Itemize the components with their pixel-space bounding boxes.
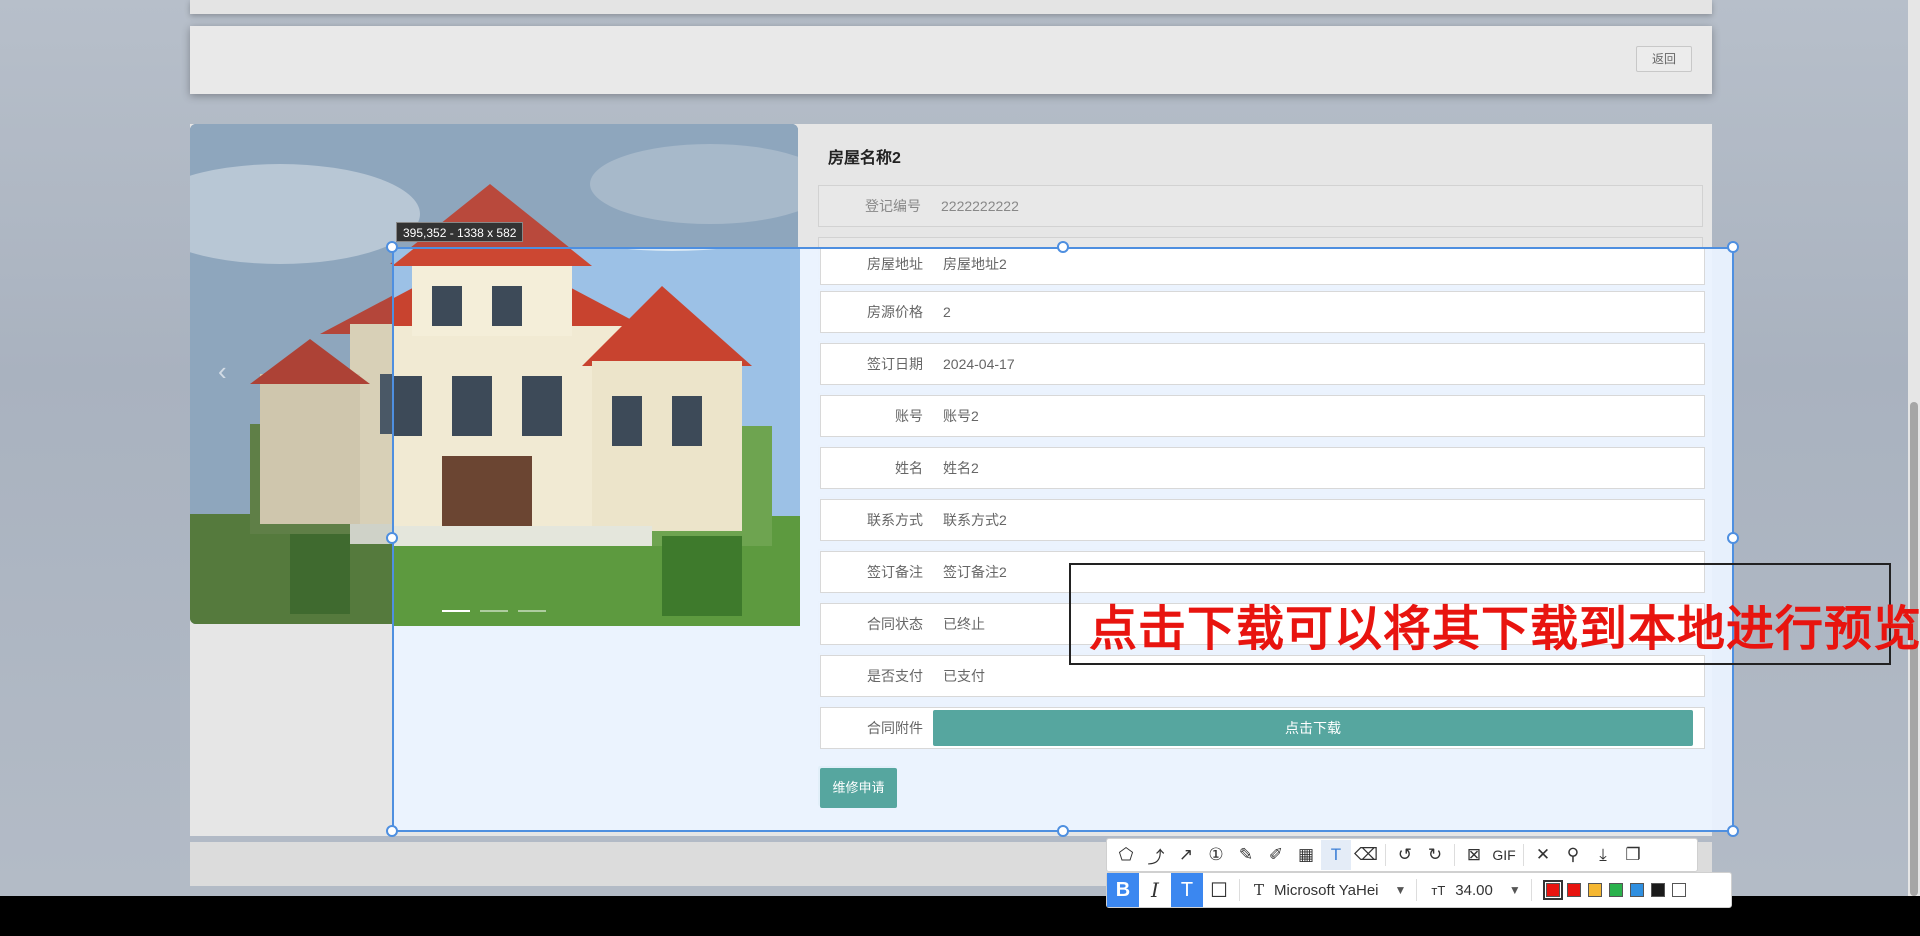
detail-row-name: 姓名 姓名2: [820, 447, 1705, 489]
resize-handle-top-left[interactable]: [386, 241, 398, 253]
arrow-icon[interactable]: ↗: [1171, 840, 1201, 870]
text-outline-icon[interactable]: T: [1171, 873, 1203, 907]
color-swatch-red[interactable]: [1566, 883, 1581, 897]
field-value: 已支付: [943, 668, 985, 684]
font-family-select[interactable]: Microsoft YaHei: [1274, 882, 1378, 899]
field-label: 姓名: [895, 460, 923, 476]
resize-handle-right[interactable]: [1727, 532, 1739, 544]
field-value: 已终止: [943, 616, 985, 632]
detail-row-registration: 登记编号 2222222222: [818, 185, 1703, 227]
detail-row-attachment: 合同附件 点击下载: [820, 707, 1705, 749]
font-size-icon: ᴛT: [1431, 882, 1446, 898]
color-swatch-blue[interactable]: [1629, 883, 1644, 897]
undo-icon[interactable]: ↺: [1390, 840, 1420, 870]
field-value: 2222222222: [941, 198, 1019, 214]
carousel-dot[interactable]: [480, 610, 508, 612]
shape-icon[interactable]: ⬠: [1111, 840, 1141, 870]
carousel-prev-icon[interactable]: ‹: [218, 356, 227, 387]
detail-row-date: 签订日期 2024-04-17: [820, 343, 1705, 385]
field-label: 房屋地址: [867, 256, 923, 272]
field-label: 签订备注: [867, 564, 923, 580]
field-label: 合同状态: [867, 616, 923, 632]
field-label: 联系方式: [867, 512, 923, 528]
resize-handle-bottom-right[interactable]: [1727, 825, 1739, 837]
gif-button[interactable]: GIF: [1489, 840, 1519, 870]
toolbar-divider: [1530, 879, 1532, 901]
repair-request-button[interactable]: 维修申请: [820, 768, 897, 808]
resize-handle-top-right[interactable]: [1727, 241, 1739, 253]
carousel-dot[interactable]: [518, 610, 546, 612]
text-tool-icon[interactable]: T: [1321, 840, 1351, 870]
download-icon[interactable]: ⤓: [1588, 840, 1618, 870]
close-icon[interactable]: ✕: [1528, 840, 1558, 870]
field-value: 2024-04-17: [943, 356, 1015, 372]
pin-icon[interactable]: ⚲: [1558, 840, 1588, 870]
selection-size-badge: 395,352 - 1338 x 582: [396, 222, 524, 242]
eraser-icon[interactable]: ⌫: [1351, 840, 1381, 870]
resize-handle-bottom-left[interactable]: [386, 825, 398, 837]
field-value: 2: [943, 304, 951, 320]
download-button[interactable]: 点击下载: [933, 710, 1693, 746]
resize-handle-left[interactable]: [386, 532, 398, 544]
detail-row-contact: 联系方式 联系方式2: [820, 499, 1705, 541]
carousel-dot[interactable]: [442, 610, 470, 612]
scroll-capture-icon[interactable]: ⊠: [1459, 840, 1489, 870]
chevron-down-icon[interactable]: ▼: [1395, 883, 1407, 897]
detail-row-account: 账号 账号2: [820, 395, 1705, 437]
text-options-toolbar: B I T ☐ T Microsoft YaHei ▼ ᴛT 34.00 ▼: [1106, 872, 1732, 908]
color-swatch-green[interactable]: [1608, 883, 1623, 897]
resize-handle-bottom[interactable]: [1057, 825, 1069, 837]
selection-image-clip: [394, 249, 800, 626]
toolbar-divider: [1454, 844, 1455, 866]
font-size-select[interactable]: 34.00: [1455, 882, 1493, 899]
color-swatch-white[interactable]: [1671, 883, 1686, 897]
bold-icon[interactable]: B: [1107, 873, 1139, 907]
color-swatch-yellow[interactable]: [1587, 883, 1602, 897]
mosaic-icon[interactable]: ▦: [1291, 840, 1321, 870]
toolbar-divider: [1523, 844, 1524, 866]
screenshot-toolbar: ⬠ ⤴ ↗ ① ✎ ✐ ▦ T ⌫ ↺ ↻ ⊠ GIF ✕ ⚲ ⤓ ❐: [1106, 838, 1698, 872]
attachment-label: 合同附件: [867, 720, 923, 736]
house-photo: [394, 249, 800, 626]
pencil-icon[interactable]: ✎: [1231, 840, 1261, 870]
toolbar-divider: [1416, 879, 1418, 901]
highlighter-icon[interactable]: ✐: [1261, 840, 1291, 870]
annotation-textbox[interactable]: 点击下载可以将其下载到本地进行预览: [1069, 563, 1920, 665]
copy-icon[interactable]: ❐: [1618, 840, 1648, 870]
field-value: 姓名2: [943, 460, 979, 476]
field-label: 房源价格: [867, 304, 923, 320]
detail-row-price: 房源价格 2: [820, 291, 1705, 333]
polyline-icon[interactable]: ⤴: [1141, 840, 1171, 870]
field-label: 账号: [895, 408, 923, 424]
italic-icon[interactable]: I: [1139, 873, 1171, 907]
field-value: 账号2: [943, 408, 979, 424]
annotation-text: 点击下载可以将其下载到本地进行预览: [1089, 601, 1920, 657]
number-marker-icon[interactable]: ①: [1201, 840, 1231, 870]
resize-handle-top[interactable]: [1057, 241, 1069, 253]
field-label: 是否支付: [867, 668, 923, 684]
toolbar-divider: [1385, 844, 1386, 866]
field-value: 联系方式2: [943, 512, 1007, 528]
redo-icon[interactable]: ↻: [1420, 840, 1450, 870]
field-value: 签订备注2: [943, 564, 1007, 580]
screenshot-selection[interactable]: 房屋地址 房屋地址2 房源价格 2 签订日期 2024-04-17 账号 账号2…: [392, 247, 1734, 832]
text-background-icon[interactable]: ☐: [1203, 873, 1235, 907]
carousel-indicators: [442, 610, 546, 612]
font-icon: T: [1254, 881, 1265, 899]
color-swatch-selected[interactable]: [1542, 880, 1563, 900]
color-swatch-black[interactable]: [1650, 883, 1665, 897]
header-card: 返回: [190, 26, 1712, 94]
chevron-down-icon[interactable]: ▼: [1509, 883, 1521, 897]
top-card-edge: [190, 0, 1712, 14]
back-button[interactable]: 返回: [1636, 46, 1692, 72]
field-label: 登记编号: [865, 198, 921, 214]
field-value: 房屋地址2: [943, 256, 1007, 272]
detail-row-address: 房屋地址 房屋地址2: [820, 249, 1705, 285]
house-title: 房屋名称2: [828, 150, 901, 167]
field-label: 签订日期: [867, 356, 923, 372]
toolbar-divider: [1239, 879, 1240, 901]
